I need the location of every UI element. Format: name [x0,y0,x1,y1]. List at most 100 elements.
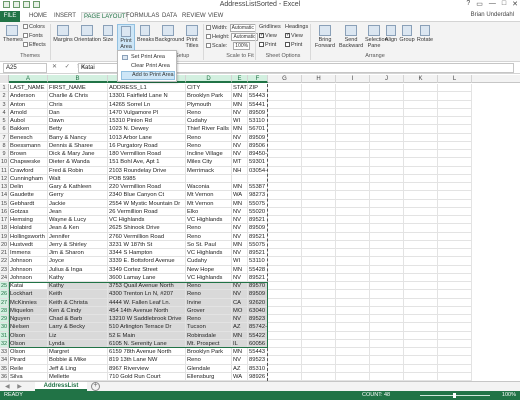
cell-e29[interactable]: NV [232,315,248,324]
cell-e20[interactable]: MN [232,240,248,249]
cell-e19[interactable]: NV [232,232,248,241]
cell-e17[interactable]: NV [232,216,248,225]
cell-d26[interactable]: Reno [186,290,232,299]
colors-button[interactable]: Colors [23,24,45,30]
cell-a17[interactable]: Hemsing [9,216,48,225]
row-number[interactable]: 14 [0,191,9,200]
cell-d31[interactable]: Robinsdale [186,331,232,340]
cell-f6[interactable]: 56701 [248,125,268,134]
worksheet-grid[interactable]: ABCDEFGHIJKL 1LAST_NAMEFIRST_NAMEADDRESS… [0,75,520,381]
cell-f2[interactable]: 55443 [248,92,268,101]
cell-a12[interactable]: Cunningham [9,174,48,183]
empty-cell[interactable] [370,158,404,167]
cell-f21[interactable]: 89521 [248,249,268,258]
empty-cell[interactable] [268,348,302,357]
cell-e31[interactable]: MN [232,331,248,340]
height-select[interactable]: Automatic [231,33,258,41]
empty-cell[interactable] [268,183,302,192]
headings-print-checkbox[interactable]: Print [285,42,302,48]
empty-cell[interactable] [370,356,404,365]
empty-cell[interactable] [302,224,336,233]
background-button[interactable]: Background [155,25,184,43]
cell-c4[interactable]: 1470 Vulgamore Pl [108,108,186,117]
cell-c36[interactable]: 710 Gold Run Court [108,372,186,381]
empty-cell[interactable] [370,117,404,126]
empty-cell[interactable] [336,315,370,324]
cell-c9[interactable]: 180 Vermillion Road [108,150,186,159]
cell-e18[interactable]: NV [232,224,248,233]
cell-a7[interactable]: Benesch [9,133,48,142]
cell-e28[interactable]: MO [232,306,248,315]
tab-data[interactable]: DATA [160,12,179,22]
cell-d13[interactable]: Waconia [186,183,232,192]
cell-d16[interactable]: Elko [186,207,232,216]
tab-page-layout[interactable]: PAGE LAYOUT [81,12,129,22]
user-name[interactable]: Brian Underdahl [471,12,514,18]
height-field[interactable]: Height: Automatic [206,33,258,41]
empty-cell[interactable] [438,306,472,315]
empty-cell[interactable] [302,199,336,208]
cell-f8[interactable]: 89506 [248,141,268,150]
cell-a6[interactable]: Bakken [9,125,48,134]
cell-e14[interactable]: WA [232,191,248,200]
empty-cell[interactable] [404,174,438,183]
headings-view-checkbox[interactable]: View [285,32,303,39]
cell-b13[interactable]: Gary & Kathleen [48,183,108,192]
empty-cell[interactable] [370,290,404,299]
cell-f30[interactable]: 85742-4453 [248,323,268,332]
cell-b27[interactable]: Keith & Christa [48,298,108,307]
empty-cell[interactable] [438,331,472,340]
empty-cell[interactable] [438,191,472,200]
cell-d12[interactable] [186,174,232,183]
empty-cell[interactable] [404,141,438,150]
cell-c20[interactable]: 3231 W 187th St [108,240,186,249]
empty-cell[interactable] [370,306,404,315]
cell-e34[interactable]: NV [232,356,248,365]
empty-cell[interactable] [302,306,336,315]
cell-f10[interactable]: 59301 [248,158,268,167]
row-number[interactable]: 34 [0,356,9,365]
cell-f36[interactable]: 98926 [248,372,268,381]
empty-cell[interactable] [370,282,404,291]
empty-cell[interactable] [336,117,370,126]
column-header-a[interactable]: A [9,75,48,83]
cell-d5[interactable]: Cudahy [186,117,232,126]
empty-cell[interactable] [302,125,336,134]
empty-cell[interactable] [302,249,336,258]
empty-cell[interactable] [268,282,302,291]
cell-f1[interactable]: ZIP [248,84,268,93]
cell-b12[interactable]: Walt [48,174,108,183]
cell-c32[interactable]: 6105 N. Serenity Lane [108,339,186,348]
empty-cell[interactable] [370,339,404,348]
row-number[interactable]: 1 [0,84,9,93]
cell-d20[interactable]: So St. Paul [186,240,232,249]
empty-cell[interactable] [336,133,370,142]
cell-e15[interactable]: MN [232,199,248,208]
empty-cell[interactable] [268,323,302,332]
empty-cell[interactable] [438,158,472,167]
empty-cell[interactable] [370,257,404,266]
cell-c31[interactable]: 52 E Main [108,331,186,340]
empty-cell[interactable] [438,84,472,93]
empty-cell[interactable] [404,273,438,282]
row-number[interactable]: 33 [0,348,9,357]
cell-f25[interactable]: 89570 [248,282,268,291]
cell-d35[interactable]: Glendale [186,364,232,373]
maximize-icon[interactable]: □ [502,0,506,8]
cell-b6[interactable]: Betty [48,125,108,134]
row-number[interactable]: 9 [0,150,9,159]
empty-cell[interactable] [404,364,438,373]
empty-cell[interactable] [336,150,370,159]
scale-input[interactable]: 100% [233,42,251,50]
cell-d29[interactable]: Reno [186,315,232,324]
empty-cell[interactable] [404,207,438,216]
empty-cell[interactable] [268,290,302,299]
empty-cell[interactable] [336,207,370,216]
cell-e27[interactable]: CA [232,298,248,307]
empty-cell[interactable] [336,232,370,241]
empty-cell[interactable] [404,183,438,192]
empty-cell[interactable] [370,273,404,282]
cell-f35[interactable]: 85310 [248,364,268,373]
cell-d32[interactable]: Mt. Prospect [186,339,232,348]
cell-c11[interactable]: 2103 Roundelay Drive [108,166,186,175]
